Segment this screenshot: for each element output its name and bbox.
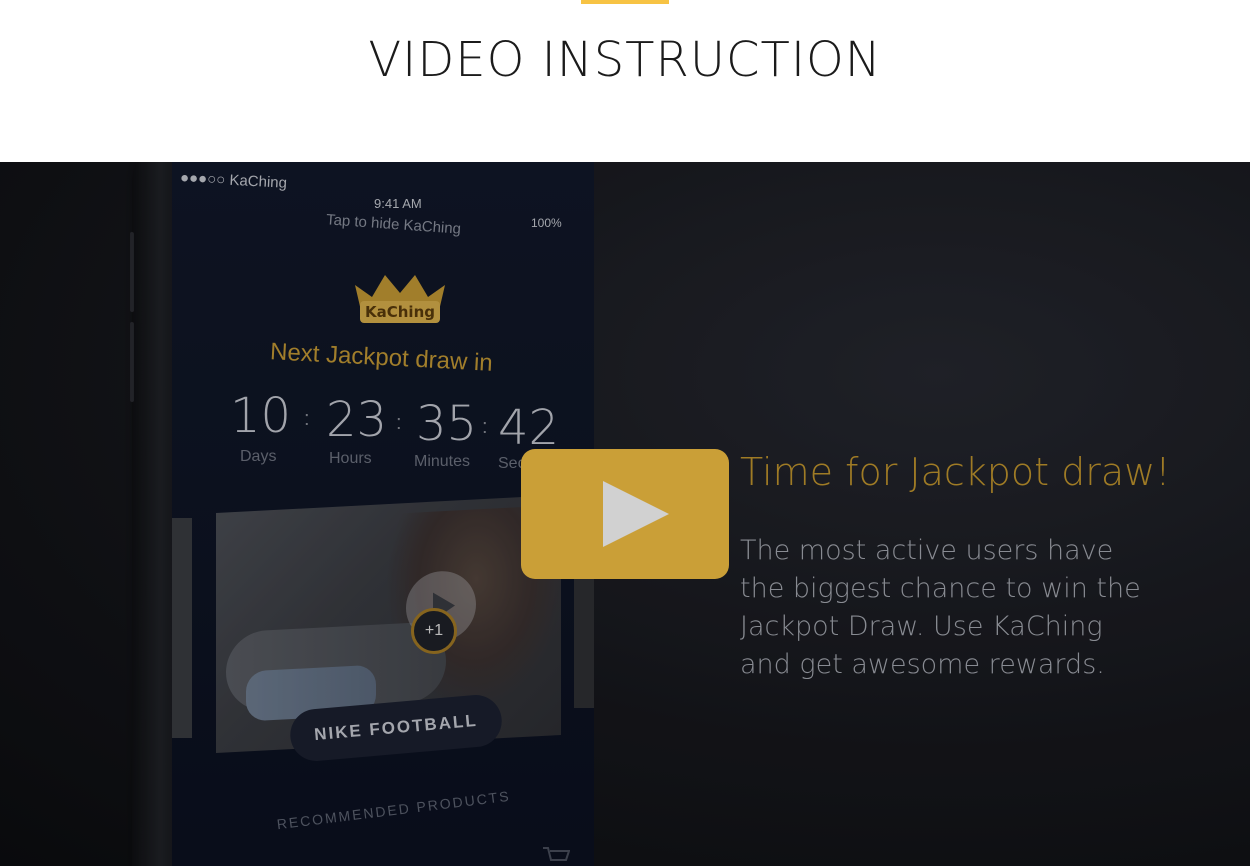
next-jackpot-label: Next Jackpot draw in: [269, 338, 494, 377]
countdown-minutes: 35: [416, 396, 478, 452]
play-icon: [603, 481, 669, 547]
countdown-days: 10: [230, 388, 292, 444]
countdown-hours-label: Hours: [329, 450, 372, 467]
countdown-hours: 23: [326, 392, 388, 448]
phone-volume-button: [130, 321, 134, 403]
video-play-button[interactable]: [521, 449, 729, 579]
countdown-seconds: 42: [498, 400, 560, 456]
status-battery: 100%: [531, 216, 562, 230]
section-title: VIDEO INSTRUCTION: [368, 32, 882, 88]
logo-text: KaChing: [365, 303, 435, 321]
recommended-products-heading: RECOMMENDED PRODUCTS: [275, 787, 512, 833]
kaching-crown-logo: KaChing: [355, 275, 445, 323]
jackpot-description: The most active users have the biggest c…: [740, 535, 1141, 680]
cart-icon[interactable]: [542, 846, 570, 866]
countdown-days-label: Days: [240, 448, 277, 465]
accent-bar: [581, 0, 669, 4]
tap-to-hide-hint: Tap to hide KaChing: [325, 211, 462, 238]
jackpot-heading: Time for Jackpot draw!: [740, 450, 1171, 494]
status-time: 9:41 AM: [374, 196, 422, 211]
status-carrier: ●●●○○ KaChing: [179, 169, 288, 192]
phone-volume-button: [130, 231, 134, 313]
points-badge: +1: [411, 608, 457, 654]
countdown-separator: :: [482, 416, 488, 438]
countdown-minutes-label: Minutes: [414, 453, 471, 470]
carousel-card-prev[interactable]: [172, 518, 192, 738]
countdown-separator: :: [396, 412, 402, 434]
video-panel[interactable]: ●●●○○ KaChing 9:41 AM 100% Tap to hide K…: [0, 162, 1250, 866]
countdown-separator: :: [304, 408, 310, 430]
